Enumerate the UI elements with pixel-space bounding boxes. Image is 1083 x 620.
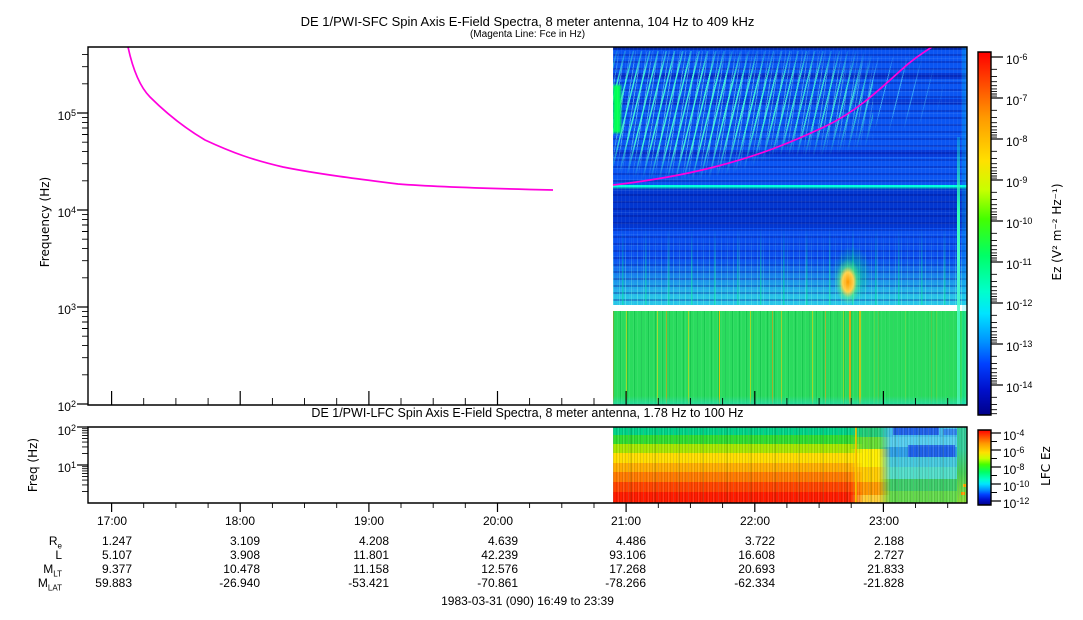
lfc-cbtick-1e-6: 10-6 [1003, 443, 1055, 460]
xtick-17: 17:00 [82, 514, 142, 528]
eph-re-3: 4.208 [309, 534, 389, 548]
eph-mlt-3: 11.158 [309, 562, 389, 576]
eph-re-5: 4.486 [566, 534, 646, 548]
sfc-cbtick-1e-11: 10-11 [1006, 255, 1058, 272]
lfc-plot-area [88, 427, 967, 503]
eph-l-3: 11.801 [309, 548, 389, 562]
lfc-title: DE 1/PWI-LFC Spin Axis E-Field Spectra, … [88, 406, 967, 420]
sfc-ytick-1e3: 103 [46, 300, 76, 317]
xtick-21: 21:00 [596, 514, 656, 528]
fce-line-segment-2 [613, 47, 938, 185]
eph-mlt-1: 9.377 [52, 562, 132, 576]
lfc-colorbar [978, 430, 991, 505]
sfc-ytick-1e2: 102 [46, 397, 76, 414]
xtick-20: 20:00 [468, 514, 528, 528]
lfc-cbtick-1e-8: 10-8 [1003, 460, 1055, 477]
lfc-cbtick-1e-10: 10-10 [1003, 477, 1055, 494]
spectrogram-figure: DE 1/PWI-SFC Spin Axis E-Field Spectra, … [0, 0, 1083, 620]
eph-mlat-2: -26.940 [180, 576, 260, 590]
eph-l-1: 5.107 [52, 548, 132, 562]
eph-mlt-4: 12.576 [438, 562, 518, 576]
lfc-y-axis-label: Freq (Hz) [26, 438, 40, 492]
date-range-caption: 1983-03-31 (090) 16:49 to 23:39 [88, 594, 967, 608]
eph-mlat-3: -53.421 [309, 576, 389, 590]
eph-mlat-7: -21.828 [824, 576, 904, 590]
eph-re-7: 2.188 [824, 534, 904, 548]
eph-mlt-6: 20.693 [695, 562, 775, 576]
eph-l-7: 2.727 [824, 548, 904, 562]
sfc-cbtick-1e-7: 10-7 [1006, 91, 1058, 108]
eph-l-6: 16.608 [695, 548, 775, 562]
eph-mlat-1: 59.883 [52, 576, 132, 590]
eph-l-2: 3.908 [180, 548, 260, 562]
xtick-18: 18:00 [210, 514, 270, 528]
fce-line-segment-1 [128, 47, 553, 190]
lfc-spectrogram [613, 427, 967, 503]
eph-mlt-2: 10.478 [180, 562, 260, 576]
sfc-ytick-1e4: 104 [46, 203, 76, 220]
eph-mlt-5: 17.268 [566, 562, 646, 576]
eph-mlat-4: -70.861 [438, 576, 518, 590]
lfc-cbtick-1e-4: 10-4 [1003, 426, 1055, 443]
eph-re-1: 1.247 [52, 534, 132, 548]
eph-re-2: 3.109 [180, 534, 260, 548]
lfc-title-text: DE 1/PWI-LFC Spin Axis E-Field Spectra, … [303, 406, 751, 420]
sfc-cbtick-1e-10: 10-10 [1006, 214, 1058, 231]
sfc-cbtick-1e-6: 10-6 [1006, 50, 1058, 67]
sfc-cbtick-1e-8: 10-8 [1006, 132, 1058, 149]
sfc-ytick-1e5: 105 [46, 106, 76, 123]
sfc-cbtick-1e-9: 10-9 [1006, 173, 1058, 190]
eph-mlt-7: 21.833 [824, 562, 904, 576]
eph-mlat-5: -78.266 [566, 576, 646, 590]
eph-re-4: 4.639 [438, 534, 518, 548]
lfc-noise [613, 427, 967, 503]
eph-re-6: 3.722 [695, 534, 775, 548]
xtick-23: 23:00 [854, 514, 914, 528]
sfc-plot-area [88, 47, 967, 405]
eph-l-4: 42.239 [438, 548, 518, 562]
fce-line [88, 47, 967, 405]
eph-mlat-6: -62.334 [695, 576, 775, 590]
sfc-cbtick-1e-14: 10-14 [1006, 378, 1058, 395]
sfc-colorbar [978, 52, 991, 415]
xtick-22: 22:00 [725, 514, 785, 528]
sfc-y-axis-label: Frequency (Hz) [38, 177, 52, 268]
eph-l-5: 93.106 [566, 548, 646, 562]
lfc-ytick-1e1: 101 [46, 458, 76, 475]
sfc-title: DE 1/PWI-SFC Spin Axis E-Field Spectra, … [88, 14, 967, 29]
sfc-cbtick-1e-12: 10-12 [1006, 296, 1058, 313]
sfc-cbtick-1e-13: 10-13 [1006, 337, 1058, 354]
lfc-ytick-1e2: 102 [46, 421, 76, 438]
lfc-cbtick-1e-12: 10-12 [1003, 494, 1055, 511]
sfc-subtitle: (Magenta Line: Fce in Hz) [88, 29, 967, 40]
xtick-19: 19:00 [339, 514, 399, 528]
